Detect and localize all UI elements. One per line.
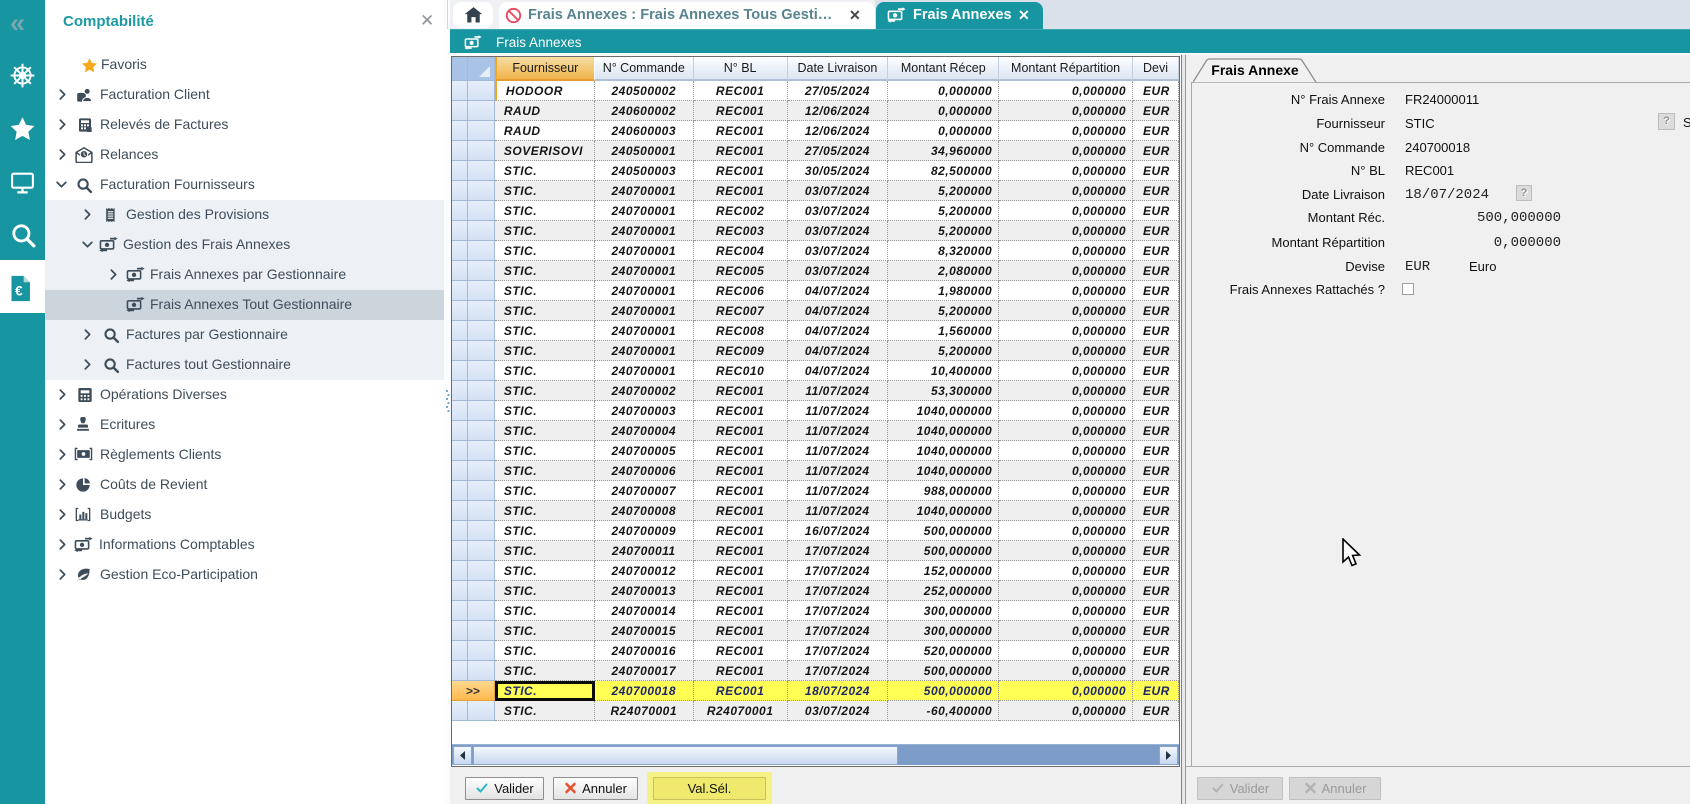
svg-text:€: €	[15, 284, 23, 299]
